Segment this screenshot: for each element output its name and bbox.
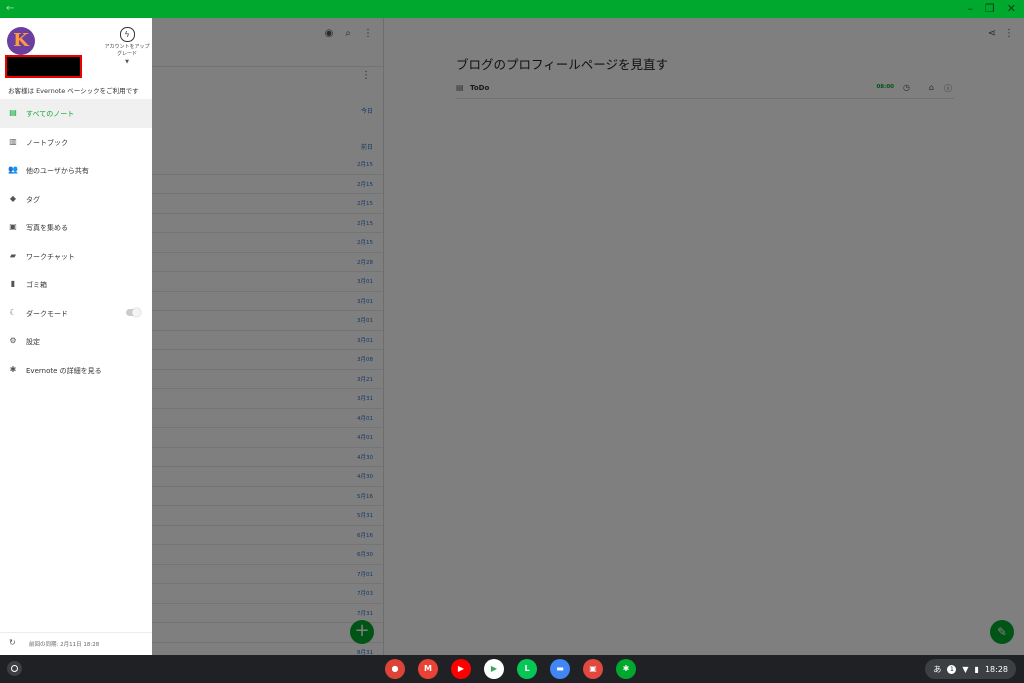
back-arrow-icon[interactable]: ← <box>6 3 14 14</box>
drawer-item[interactable]: ▥ ノートブック <box>0 128 152 157</box>
photo-icon: ▣ <box>9 222 17 231</box>
trash-icon: ▮ <box>10 279 16 288</box>
youtube-icon[interactable]: ▶ <box>451 659 471 679</box>
notebook-icon: ▥ <box>9 136 17 146</box>
wifi-icon: ▼ <box>962 664 969 674</box>
pinned-apps: ● M ▶ ▶ L ▬ ▣ ✱ <box>385 659 636 679</box>
dark-mode-toggle[interactable] <box>126 307 141 317</box>
plan-text: お客様は Evernote ベーシックをご利用です <box>8 87 139 95</box>
play-store-icon[interactable]: ▶ <box>484 659 504 679</box>
last-sync-text: 前回の同期: 2月11日 18:28 <box>29 642 100 648</box>
drawer-item[interactable]: 👥 他のユーザから共有 <box>0 156 152 185</box>
chrome-icon[interactable]: ● <box>385 659 405 679</box>
launcher-button[interactable] <box>7 661 22 676</box>
system-shelf: ● M ▶ ▶ L ▬ ▣ ✱ あ 1 ▼ ▮ 18:28 <box>0 655 1024 683</box>
tag-icon: ◆ <box>9 193 17 203</box>
drawer-item-label: 設定 <box>26 338 40 346</box>
status-tray[interactable]: あ 1 ▼ ▮ 18:28 <box>925 659 1016 679</box>
drawer-menu: ▤ すべてのノート ▥ ノートブック 👥 他のユーザから共有 ◆ タグ ▣ 写真を集める ▰ ワークチ… <box>0 99 152 384</box>
drawer-item-label: すべてのノート <box>26 110 75 118</box>
evernote-icon: ✱ <box>9 364 17 374</box>
chat-icon: ▰ <box>9 250 17 260</box>
avatar[interactable]: K <box>7 27 35 55</box>
drawer-item[interactable]: ☾ ダークモード <box>0 299 152 328</box>
navigation-drawer: K ϟ アカウントをアップグレード ▼ お客様は Evernote ベーシックを… <box>0 18 152 655</box>
chevron-down-icon[interactable]: ▼ <box>104 59 150 65</box>
ime-indicator[interactable]: あ <box>933 664 941 675</box>
drawer-item-label: 他のユーザから共有 <box>26 167 89 175</box>
drawer-item-label: 写真を集める <box>26 224 68 232</box>
drawer-item[interactable]: ⚙ 設定 <box>0 327 152 356</box>
restore-icon[interactable]: ❐ <box>985 2 995 15</box>
window-controls: – ❐ ✕ <box>967 2 1016 15</box>
gear-icon: ⚙ <box>9 336 17 345</box>
drawer-item-label: ノートブック <box>26 138 68 147</box>
note-icon: ▤ <box>9 108 17 117</box>
drawer-scrim[interactable] <box>0 18 1024 655</box>
upgrade-account-button[interactable]: ϟ アカウントをアップグレード ▼ <box>104 27 150 65</box>
battery-icon: ▮ <box>974 664 979 674</box>
evernote-app-icon[interactable]: ✱ <box>616 659 636 679</box>
sync-icon[interactable]: ↻ <box>9 638 16 647</box>
notification-badge[interactable]: 1 <box>947 664 957 674</box>
drawer-item-label: タグ <box>26 195 40 204</box>
drawer-item[interactable]: ▰ ワークチャット <box>0 242 152 271</box>
drawer-item-label: ゴミ箱 <box>26 281 47 289</box>
people-icon: 👥 <box>8 165 18 174</box>
drawer-item[interactable]: ◆ タグ <box>0 185 152 214</box>
moon-icon: ☾ <box>9 307 17 317</box>
drawer-item[interactable]: ▤ すべてのノート <box>0 99 152 128</box>
title-bar: ← – ❐ ✕ <box>0 0 1024 18</box>
line-icon[interactable]: L <box>517 659 537 679</box>
upgrade-label: アカウントをアップグレード <box>104 44 150 57</box>
minimize-icon[interactable]: – <box>967 2 973 15</box>
close-icon[interactable]: ✕ <box>1007 2 1016 15</box>
drawer-item[interactable]: ✱ Evernote の詳細を見る <box>0 356 152 385</box>
gallery-icon[interactable]: ▣ <box>583 659 603 679</box>
bolt-icon: ϟ <box>119 27 135 42</box>
drawer-item-label: ダークモード <box>26 309 68 318</box>
drawer-item-label: Evernote の詳細を見る <box>26 366 102 375</box>
drawer-item[interactable]: ▣ 写真を集める <box>0 213 152 242</box>
drawer-item[interactable]: ▮ ゴミ箱 <box>0 270 152 299</box>
clock: 18:28 <box>984 664 1008 674</box>
sync-footer[interactable]: ↻ 前回の同期: 2月11日 18:28 <box>0 632 152 655</box>
gmail-icon[interactable]: M <box>418 659 438 679</box>
redacted-account-name <box>5 55 82 78</box>
files-icon[interactable]: ▬ <box>550 659 570 679</box>
drawer-item-label: ワークチャット <box>26 252 75 261</box>
